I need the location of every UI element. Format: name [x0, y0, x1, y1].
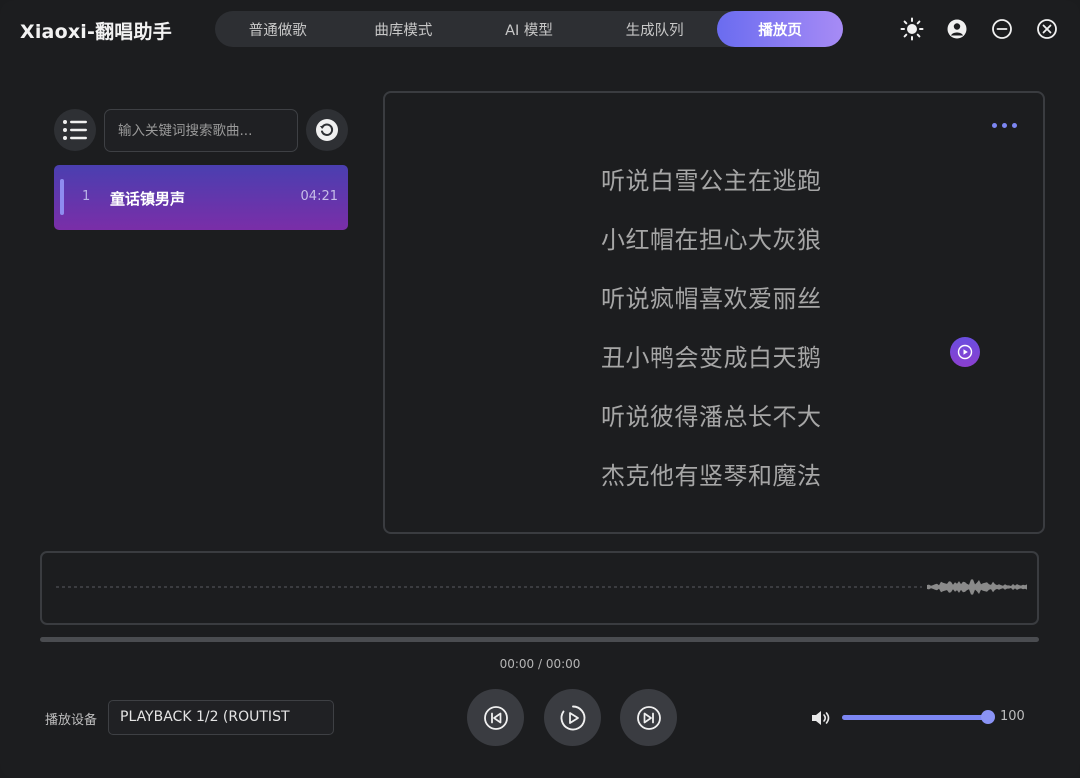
next-icon [636, 705, 661, 730]
tab-generate-queue[interactable]: 生成队列 [592, 11, 718, 47]
lyric-line: 听说彼得潘总长不大 [601, 403, 822, 431]
playback-device-select[interactable]: PLAYBACK 1/2 (ROUTIST [108, 700, 334, 735]
minimize-icon[interactable] [990, 17, 1014, 41]
refresh-button[interactable] [306, 109, 348, 151]
waveform-panel[interactable] [40, 551, 1039, 625]
selected-indicator [60, 179, 64, 215]
play-icon [560, 705, 585, 730]
song-duration: 04:21 [300, 189, 338, 204]
refresh-icon [316, 119, 338, 141]
list-item[interactable]: 1 童话镇男声 04:21 [54, 165, 348, 230]
volume-value: 100 [1000, 709, 1025, 724]
tab-normal-song[interactable]: 普通做歌 [215, 11, 341, 47]
waveform [56, 579, 1027, 595]
app-title: Xiaoxi-翻唱助手 [20, 21, 172, 43]
lyric-line: 杰克他有竖琴和魔法 [601, 462, 822, 490]
play-button[interactable] [544, 689, 601, 746]
lyric-play-button[interactable] [950, 337, 980, 367]
sun-icon[interactable] [900, 17, 924, 41]
playback-time: 00:00 / 00:00 [499, 657, 581, 671]
lyric-line: 听说疯帽喜欢爱丽丝 [601, 285, 822, 313]
song-search-input[interactable] [104, 109, 298, 152]
next-button[interactable] [620, 689, 677, 746]
playback-progress-bar[interactable] [40, 637, 1039, 642]
device-label: 播放设备 [45, 713, 98, 728]
more-options-button[interactable] [992, 119, 1022, 131]
app-window: Xiaoxi-翻唱助手 普通做歌 曲库模式 AI 模型 生成队列 播放页 输入关… [0, 0, 1080, 778]
volume-fill [842, 715, 988, 720]
main-tabs: 普通做歌 曲库模式 AI 模型 生成队列 播放页 [215, 11, 843, 47]
lyric-line: 丑小鸭会变成白天鹅 [601, 344, 822, 372]
lyrics-panel: 听说白雪公主在逃跑 小红帽在担心大灰狼 听说疯帽喜欢爱丽丝 丑小鸭会变成白天鹅 … [383, 91, 1045, 534]
volume-slider[interactable] [842, 710, 995, 724]
tab-playback[interactable]: 播放页 [717, 11, 843, 47]
user-icon[interactable] [945, 17, 969, 41]
previous-button[interactable] [467, 689, 524, 746]
song-index: 1 [82, 189, 91, 204]
song-title: 童话镇男声 [110, 190, 186, 208]
lyric-line: 听说白雪公主在逃跑 [601, 167, 822, 195]
tab-library-mode[interactable]: 曲库模式 [341, 11, 467, 47]
volume-icon[interactable] [811, 709, 831, 727]
tab-ai-model[interactable]: AI 模型 [466, 11, 592, 47]
volume-knob[interactable] [981, 710, 995, 724]
list-icon [63, 120, 87, 140]
previous-icon [483, 705, 508, 730]
close-icon[interactable] [1035, 17, 1059, 41]
list-menu-button[interactable] [54, 109, 96, 151]
play-circle-icon [957, 344, 973, 360]
lyric-line: 小红帽在担心大灰狼 [601, 226, 822, 254]
